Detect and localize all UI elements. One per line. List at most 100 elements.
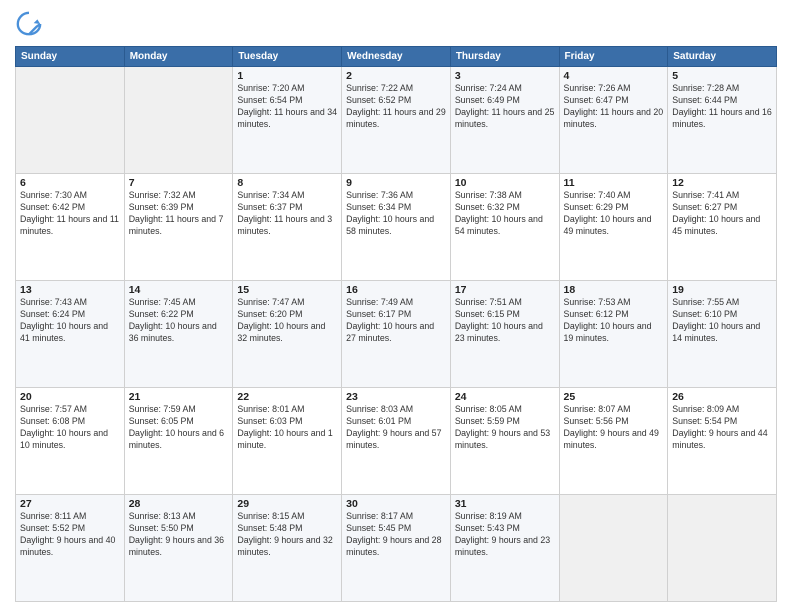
weekday-header-row: SundayMondayTuesdayWednesdayThursdayFrid… — [16, 47, 777, 67]
day-number: 7 — [129, 177, 229, 189]
cell-details: Sunrise: 7:38 AMSunset: 6:32 PMDaylight:… — [455, 190, 555, 238]
day-number: 19 — [672, 284, 772, 296]
cell-details: Sunrise: 7:43 AMSunset: 6:24 PMDaylight:… — [20, 297, 120, 345]
calendar-cell — [16, 67, 125, 174]
weekday-header: Monday — [124, 47, 233, 67]
calendar-cell: 2Sunrise: 7:22 AMSunset: 6:52 PMDaylight… — [342, 67, 451, 174]
day-number: 31 — [455, 498, 555, 510]
cell-details: Sunrise: 7:57 AMSunset: 6:08 PMDaylight:… — [20, 404, 120, 452]
cell-details: Sunrise: 7:40 AMSunset: 6:29 PMDaylight:… — [564, 190, 664, 238]
page: SundayMondayTuesdayWednesdayThursdayFrid… — [0, 0, 792, 612]
calendar-cell: 15Sunrise: 7:47 AMSunset: 6:20 PMDayligh… — [233, 281, 342, 388]
cell-details: Sunrise: 7:22 AMSunset: 6:52 PMDaylight:… — [346, 83, 446, 131]
day-number: 26 — [672, 391, 772, 403]
calendar-cell: 26Sunrise: 8:09 AMSunset: 5:54 PMDayligh… — [668, 388, 777, 495]
calendar-cell: 18Sunrise: 7:53 AMSunset: 6:12 PMDayligh… — [559, 281, 668, 388]
day-number: 27 — [20, 498, 120, 510]
cell-details: Sunrise: 7:30 AMSunset: 6:42 PMDaylight:… — [20, 190, 120, 238]
calendar-cell: 14Sunrise: 7:45 AMSunset: 6:22 PMDayligh… — [124, 281, 233, 388]
day-number: 9 — [346, 177, 446, 189]
calendar-cell — [668, 495, 777, 602]
cell-details: Sunrise: 7:20 AMSunset: 6:54 PMDaylight:… — [237, 83, 337, 131]
calendar-cell: 30Sunrise: 8:17 AMSunset: 5:45 PMDayligh… — [342, 495, 451, 602]
calendar-table: SundayMondayTuesdayWednesdayThursdayFrid… — [15, 46, 777, 602]
cell-details: Sunrise: 7:59 AMSunset: 6:05 PMDaylight:… — [129, 404, 229, 452]
cell-details: Sunrise: 7:36 AMSunset: 6:34 PMDaylight:… — [346, 190, 446, 238]
calendar-cell: 12Sunrise: 7:41 AMSunset: 6:27 PMDayligh… — [668, 174, 777, 281]
logo — [15, 10, 47, 38]
cell-details: Sunrise: 7:47 AMSunset: 6:20 PMDaylight:… — [237, 297, 337, 345]
weekday-header: Wednesday — [342, 47, 451, 67]
calendar-cell: 11Sunrise: 7:40 AMSunset: 6:29 PMDayligh… — [559, 174, 668, 281]
day-number: 23 — [346, 391, 446, 403]
day-number: 12 — [672, 177, 772, 189]
day-number: 20 — [20, 391, 120, 403]
day-number: 14 — [129, 284, 229, 296]
calendar-cell: 24Sunrise: 8:05 AMSunset: 5:59 PMDayligh… — [450, 388, 559, 495]
cell-details: Sunrise: 7:45 AMSunset: 6:22 PMDaylight:… — [129, 297, 229, 345]
cell-details: Sunrise: 8:11 AMSunset: 5:52 PMDaylight:… — [20, 511, 120, 559]
cell-details: Sunrise: 7:32 AMSunset: 6:39 PMDaylight:… — [129, 190, 229, 238]
day-number: 24 — [455, 391, 555, 403]
weekday-header: Friday — [559, 47, 668, 67]
calendar-cell: 16Sunrise: 7:49 AMSunset: 6:17 PMDayligh… — [342, 281, 451, 388]
cell-details: Sunrise: 8:19 AMSunset: 5:43 PMDaylight:… — [455, 511, 555, 559]
calendar-cell: 20Sunrise: 7:57 AMSunset: 6:08 PMDayligh… — [16, 388, 125, 495]
day-number: 3 — [455, 70, 555, 82]
calendar-cell: 27Sunrise: 8:11 AMSunset: 5:52 PMDayligh… — [16, 495, 125, 602]
calendar-cell: 23Sunrise: 8:03 AMSunset: 6:01 PMDayligh… — [342, 388, 451, 495]
calendar-cell: 4Sunrise: 7:26 AMSunset: 6:47 PMDaylight… — [559, 67, 668, 174]
cell-details: Sunrise: 8:15 AMSunset: 5:48 PMDaylight:… — [237, 511, 337, 559]
weekday-header: Tuesday — [233, 47, 342, 67]
calendar-cell: 6Sunrise: 7:30 AMSunset: 6:42 PMDaylight… — [16, 174, 125, 281]
calendar-cell: 22Sunrise: 8:01 AMSunset: 6:03 PMDayligh… — [233, 388, 342, 495]
cell-details: Sunrise: 8:09 AMSunset: 5:54 PMDaylight:… — [672, 404, 772, 452]
cell-details: Sunrise: 7:53 AMSunset: 6:12 PMDaylight:… — [564, 297, 664, 345]
day-number: 29 — [237, 498, 337, 510]
weekday-header: Saturday — [668, 47, 777, 67]
calendar-cell: 13Sunrise: 7:43 AMSunset: 6:24 PMDayligh… — [16, 281, 125, 388]
calendar-cell: 31Sunrise: 8:19 AMSunset: 5:43 PMDayligh… — [450, 495, 559, 602]
day-number: 18 — [564, 284, 664, 296]
logo-icon — [15, 10, 43, 38]
day-number: 11 — [564, 177, 664, 189]
day-number: 5 — [672, 70, 772, 82]
cell-details: Sunrise: 7:55 AMSunset: 6:10 PMDaylight:… — [672, 297, 772, 345]
cell-details: Sunrise: 8:01 AMSunset: 6:03 PMDaylight:… — [237, 404, 337, 452]
cell-details: Sunrise: 7:49 AMSunset: 6:17 PMDaylight:… — [346, 297, 446, 345]
day-number: 13 — [20, 284, 120, 296]
calendar-cell: 7Sunrise: 7:32 AMSunset: 6:39 PMDaylight… — [124, 174, 233, 281]
cell-details: Sunrise: 7:41 AMSunset: 6:27 PMDaylight:… — [672, 190, 772, 238]
calendar-cell: 8Sunrise: 7:34 AMSunset: 6:37 PMDaylight… — [233, 174, 342, 281]
day-number: 16 — [346, 284, 446, 296]
calendar-cell: 17Sunrise: 7:51 AMSunset: 6:15 PMDayligh… — [450, 281, 559, 388]
day-number: 15 — [237, 284, 337, 296]
cell-details: Sunrise: 7:26 AMSunset: 6:47 PMDaylight:… — [564, 83, 664, 131]
calendar-cell — [559, 495, 668, 602]
calendar-week-row: 6Sunrise: 7:30 AMSunset: 6:42 PMDaylight… — [16, 174, 777, 281]
calendar-cell: 19Sunrise: 7:55 AMSunset: 6:10 PMDayligh… — [668, 281, 777, 388]
calendar-week-row: 13Sunrise: 7:43 AMSunset: 6:24 PMDayligh… — [16, 281, 777, 388]
calendar-cell: 21Sunrise: 7:59 AMSunset: 6:05 PMDayligh… — [124, 388, 233, 495]
day-number: 17 — [455, 284, 555, 296]
day-number: 25 — [564, 391, 664, 403]
calendar-cell: 10Sunrise: 7:38 AMSunset: 6:32 PMDayligh… — [450, 174, 559, 281]
day-number: 28 — [129, 498, 229, 510]
calendar-cell: 9Sunrise: 7:36 AMSunset: 6:34 PMDaylight… — [342, 174, 451, 281]
cell-details: Sunrise: 8:03 AMSunset: 6:01 PMDaylight:… — [346, 404, 446, 452]
cell-details: Sunrise: 8:05 AMSunset: 5:59 PMDaylight:… — [455, 404, 555, 452]
calendar-cell — [124, 67, 233, 174]
calendar-cell: 3Sunrise: 7:24 AMSunset: 6:49 PMDaylight… — [450, 67, 559, 174]
cell-details: Sunrise: 7:34 AMSunset: 6:37 PMDaylight:… — [237, 190, 337, 238]
header — [15, 10, 777, 38]
cell-details: Sunrise: 8:17 AMSunset: 5:45 PMDaylight:… — [346, 511, 446, 559]
day-number: 22 — [237, 391, 337, 403]
day-number: 8 — [237, 177, 337, 189]
weekday-header: Thursday — [450, 47, 559, 67]
cell-details: Sunrise: 8:13 AMSunset: 5:50 PMDaylight:… — [129, 511, 229, 559]
day-number: 10 — [455, 177, 555, 189]
weekday-header: Sunday — [16, 47, 125, 67]
calendar-week-row: 20Sunrise: 7:57 AMSunset: 6:08 PMDayligh… — [16, 388, 777, 495]
day-number: 2 — [346, 70, 446, 82]
calendar-cell: 1Sunrise: 7:20 AMSunset: 6:54 PMDaylight… — [233, 67, 342, 174]
